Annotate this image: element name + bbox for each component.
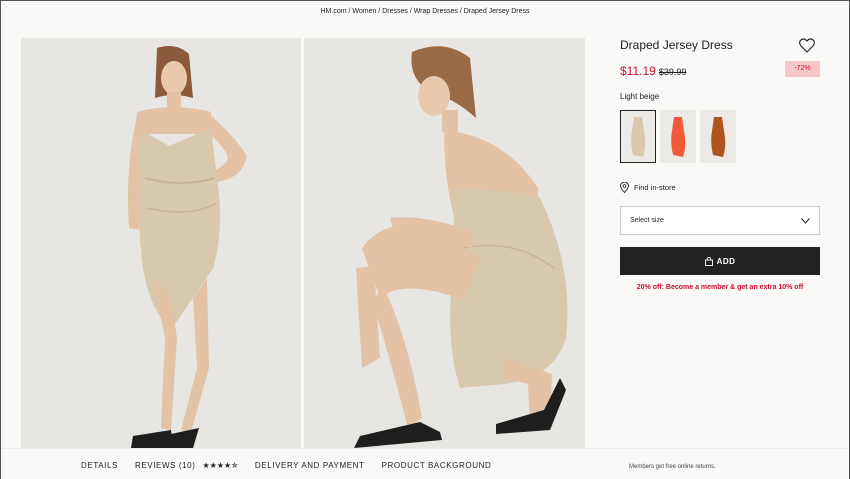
price-current: $11.19 <box>620 64 656 78</box>
favorite-heart-icon[interactable] <box>799 38 815 53</box>
find-in-store-label: Find in-store <box>634 183 676 192</box>
tab-reviews-label: REVIEWS (10) <box>134 461 196 470</box>
tab-delivery-payment[interactable]: DELIVERY AND PAYMENT <box>255 461 365 470</box>
returns-note: Members get free online returns. <box>629 464 716 470</box>
tab-reviews[interactable]: REVIEWS (10) ★★★★✯ <box>135 461 238 470</box>
find-in-store-link[interactable]: Find in-store <box>620 182 676 193</box>
add-to-bag-label: ADD <box>716 256 736 266</box>
bottom-tab-bar: DETAILS REVIEWS (10) ★★★★✯ DELIVERY AND … <box>1 448 849 479</box>
swatch-rust[interactable] <box>700 110 736 163</box>
select-size-label: Select size <box>630 217 664 224</box>
select-size-dropdown[interactable]: Select size <box>620 206 820 235</box>
bag-icon <box>704 256 713 266</box>
price-row: $11.19 $39.99 -72% <box>620 61 820 80</box>
color-name: Light beige <box>620 92 660 101</box>
color-swatches <box>620 110 736 163</box>
swatch-orange[interactable] <box>660 110 696 163</box>
add-to-bag-button[interactable]: ADD <box>620 247 820 275</box>
rating-stars: ★★★★✯ <box>202 461 238 470</box>
product-title: Draped Jersey Dress <box>620 38 733 52</box>
tab-product-background[interactable]: PRODUCT BACKGROUND <box>382 461 492 470</box>
tab-details[interactable]: DETAILS <box>81 461 118 470</box>
price-original: $39.99 <box>658 67 687 77</box>
product-image-crouching[interactable] <box>304 38 585 448</box>
location-pin-icon <box>620 182 629 193</box>
breadcrumb[interactable]: HM.com / Women / Dresses / Wrap Dresses … <box>1 8 849 15</box>
chevron-down-icon <box>801 217 810 224</box>
swatch-light-beige[interactable] <box>620 110 656 163</box>
discount-badge: -72% <box>785 61 820 77</box>
product-image-front[interactable] <box>21 38 301 448</box>
member-promo-link[interactable]: 20% off: Become a member & get an extra … <box>620 284 820 291</box>
